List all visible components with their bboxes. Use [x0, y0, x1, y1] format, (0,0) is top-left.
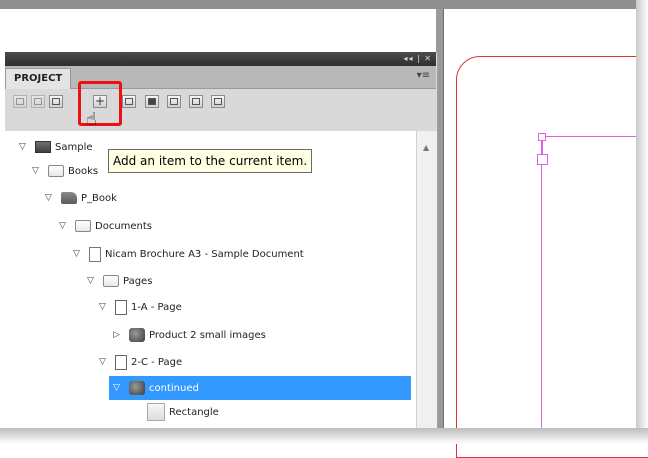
locate-icon: [16, 98, 24, 105]
properties-button[interactable]: [49, 95, 63, 108]
group-button[interactable]: [145, 95, 159, 108]
folder-icon: [48, 165, 64, 177]
tree-item-documents[interactable]: ▽ Documents: [59, 214, 152, 238]
tree-item-document[interactable]: ▽ Nicam Brochure A3 - Sample Document: [73, 242, 304, 266]
new-page-icon: [125, 98, 133, 105]
expand-twisty-icon[interactable]: ▽: [45, 186, 61, 210]
expand-twisty-icon[interactable]: ▽: [99, 295, 115, 319]
group-icon: [129, 381, 145, 395]
tree-item-p-book[interactable]: ▽ P_Book: [45, 186, 117, 210]
scroll-up-icon[interactable]: ▲: [423, 143, 429, 152]
tree-item-page-2c[interactable]: ▽ 2-C - Page: [99, 350, 182, 374]
tree-item-product-group[interactable]: ▷ Product 2 small images: [113, 323, 266, 347]
expand-twisty-icon[interactable]: ▷: [113, 323, 129, 347]
new-page-button[interactable]: [122, 95, 136, 108]
frame-icon: [170, 98, 178, 105]
group-icon: [129, 328, 145, 342]
tab-project[interactable]: PROJECT: [5, 68, 72, 89]
save-button[interactable]: [31, 95, 45, 108]
group-icon: [148, 98, 156, 105]
panel-tab-row: PROJECT ▾≡: [5, 66, 436, 89]
tree-item-label: P_Book: [81, 193, 117, 204]
panel-title-strip: ◂◂ | ✕: [5, 52, 436, 66]
page-icon: [115, 299, 127, 315]
project-toolbar: +: [5, 89, 436, 131]
tree-item-books[interactable]: ▽ Books: [32, 159, 98, 183]
expand-twisty-icon[interactable]: ▽: [32, 159, 48, 183]
tree-item-label: Sample: [55, 142, 93, 153]
tree-item-label: Product 2 small images: [149, 330, 266, 341]
tree-item-page-1a[interactable]: ▽ 1-A - Page: [99, 295, 182, 319]
frame-button[interactable]: [167, 95, 181, 108]
panel-collapse-close-controls[interactable]: ◂◂ | ✕: [403, 52, 432, 66]
properties-icon: [52, 98, 60, 105]
tree-item-label: Books: [68, 166, 99, 177]
tree-item-label: continued: [149, 383, 199, 394]
expand-twisty-icon[interactable]: ▽: [73, 242, 89, 266]
tree-item-sample[interactable]: ▽ Sample: [19, 135, 93, 159]
expand-twisty-icon[interactable]: ▽: [99, 350, 115, 374]
book-icon: [61, 192, 77, 204]
folder-icon: [75, 220, 91, 232]
tree-item-label: Rectangle: [169, 407, 219, 418]
expand-twisty-icon[interactable]: ▽: [87, 269, 103, 293]
expand-twisty-icon[interactable]: ▽: [19, 135, 35, 159]
tree-item-continued[interactable]: ▽ continued: [109, 376, 411, 400]
document-icon: [89, 246, 101, 262]
window-shadow-right: [636, 0, 648, 430]
preview-icon: [192, 98, 200, 105]
export-button[interactable]: [211, 95, 225, 108]
folder-icon: [103, 275, 119, 287]
tree-item-pages[interactable]: ▽ Pages: [87, 269, 152, 293]
locate-button[interactable]: [13, 95, 27, 108]
expand-twisty-icon[interactable]: ▽: [59, 214, 75, 238]
tree-item-rectangle[interactable]: Rectangle: [131, 401, 219, 425]
panel-menu-icon[interactable]: ▾≡: [417, 70, 430, 82]
rectangle-icon: [147, 403, 165, 421]
tree-item-label: Pages: [123, 276, 153, 287]
tree-item-label: Nicam Brochure A3 - Sample Document: [105, 249, 304, 260]
tooltip: Add an item to the current item.: [108, 149, 313, 173]
frame-top-handle[interactable]: [538, 133, 546, 141]
tree-scrollbar[interactable]: ▲: [416, 131, 437, 430]
window-top-bar: [0, 0, 636, 9]
expand-twisty-icon[interactable]: ▽: [113, 376, 129, 400]
window-shadow-bottom: [0, 428, 648, 444]
hand-cursor-icon: ☝: [86, 109, 97, 130]
tree-item-label: 2-C - Page: [131, 357, 183, 368]
preview-button[interactable]: [189, 95, 203, 108]
tree-item-label: Documents: [95, 221, 153, 232]
selected-frame-outline: [541, 136, 648, 437]
project-tree: ▽ Sample ▽ Books ▽ P_Book ▽ Documents ▽ Nicam…: [5, 131, 416, 430]
export-icon: [214, 98, 222, 105]
frame-corner-handle[interactable]: [537, 154, 548, 165]
page-icon: [115, 354, 127, 370]
tree-item-label: 1-A - Page: [131, 302, 182, 313]
callout-highlight-box: [78, 81, 122, 126]
save-icon: [34, 98, 42, 105]
sample-icon: [35, 141, 51, 153]
